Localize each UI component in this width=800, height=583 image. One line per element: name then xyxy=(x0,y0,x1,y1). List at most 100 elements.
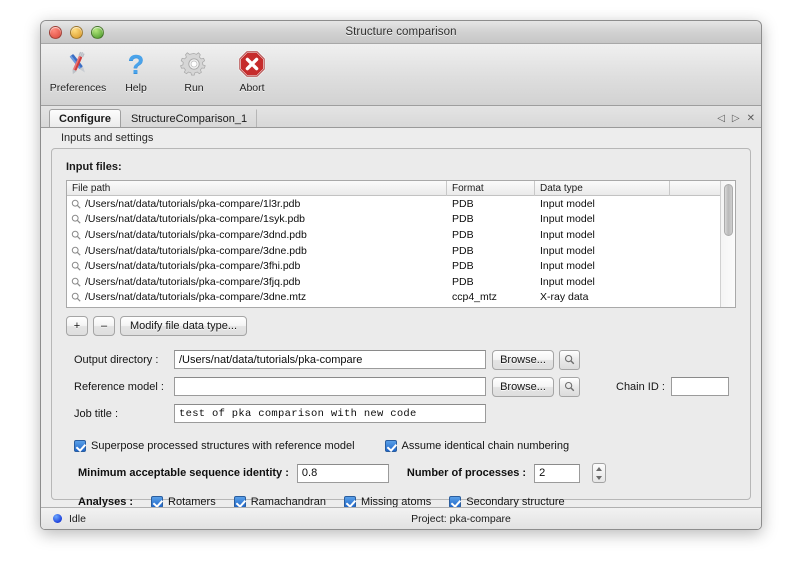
run-gear-icon xyxy=(179,48,209,80)
inputs-settings-panel: Input files: File path Format Data type xyxy=(51,148,751,508)
reference-model-browse-button[interactable]: Browse... xyxy=(492,376,554,397)
tab-configure[interactable]: Configure xyxy=(49,109,121,127)
job-title-label: Job title : xyxy=(74,407,119,420)
group-strip: Inputs and settings xyxy=(41,128,761,148)
magnifier-icon xyxy=(71,293,81,302)
cell-file-path: /Users/nat/data/tutorials/pka-compare/3d… xyxy=(67,291,447,303)
superpose-checkbox[interactable] xyxy=(74,440,86,452)
table-row[interactable]: /Users/nat/data/tutorials/pka-compare/1l… xyxy=(67,196,735,212)
cell-format: PDB xyxy=(452,213,474,226)
close-tab-x-icon[interactable]: ✕ xyxy=(747,114,755,124)
output-directory-row: Output directory : Browse... xyxy=(66,346,736,373)
file-action-buttons: + – Modify file data type... xyxy=(66,316,736,336)
maximize-button[interactable] xyxy=(91,25,104,39)
file-path-text: /Users/nat/data/tutorials/pka-compare/3d… xyxy=(85,291,307,304)
chain-id-label: Chain ID : xyxy=(616,380,665,393)
table-row[interactable]: /Users/nat/data/tutorials/pka-compare/3d… xyxy=(67,227,735,243)
toolbar-button-run[interactable]: Run xyxy=(165,48,223,94)
cell-file-path: /Users/nat/data/tutorials/pka-compare/1s… xyxy=(67,213,447,225)
screenshot-root: Structure comparison Preferences ? ? Hel… xyxy=(0,0,800,583)
output-directory-label: Output directory : xyxy=(74,353,159,366)
superpose-label: Superpose processed structures with refe… xyxy=(91,440,355,452)
chain-id-input[interactable] xyxy=(670,377,729,396)
toolbar-label-preferences: Preferences xyxy=(49,82,107,94)
add-file-button[interactable]: + xyxy=(66,316,88,336)
table-scrollbar[interactable] xyxy=(720,181,735,307)
min-seq-identity-input[interactable] xyxy=(296,463,389,483)
help-icon: ? ? xyxy=(121,48,151,80)
cell-format: PDB xyxy=(452,260,474,273)
num-processes-stepper[interactable] xyxy=(592,463,607,483)
cell-format: PDB xyxy=(452,275,474,288)
toolbar-label-help: Help xyxy=(125,82,147,94)
toolbar-button-abort[interactable]: Abort xyxy=(223,48,281,94)
magnifier-icon xyxy=(71,277,81,287)
application-window: Structure comparison Preferences ? ? Hel… xyxy=(40,20,762,530)
superpose-options-row: Superpose processed structures with refe… xyxy=(66,440,736,452)
window-title: Structure comparison xyxy=(345,26,457,38)
table-row[interactable]: /Users/nat/data/tutorials/pka-compare/3d… xyxy=(67,243,735,259)
column-header-data-type[interactable]: Data type xyxy=(535,181,670,196)
column-header-file-path[interactable]: File path xyxy=(67,181,447,196)
file-path-text: /Users/nat/data/tutorials/pka-compare/1l… xyxy=(85,197,301,210)
num-processes-input[interactable] xyxy=(534,463,581,483)
cell-file-path: /Users/nat/data/tutorials/pka-compare/1l… xyxy=(67,198,447,210)
magnifier-icon xyxy=(564,381,575,392)
tab-bar: Configure StructureComparison_1 ◁ ▷ ✕ xyxy=(41,106,761,128)
window-titlebar[interactable]: Structure comparison xyxy=(41,21,761,44)
column-header-format[interactable]: Format xyxy=(447,181,535,196)
min-seq-identity-label: Minimum acceptable sequence identity : xyxy=(78,467,289,479)
file-path-text: /Users/nat/data/tutorials/pka-compare/3f… xyxy=(85,275,301,288)
job-title-row: Job title : xyxy=(66,400,736,427)
toolbar-button-help[interactable]: ? ? Help xyxy=(107,48,165,94)
table-row[interactable]: /Users/nat/data/tutorials/pka-compare/1s… xyxy=(67,212,735,228)
close-button[interactable] xyxy=(49,25,62,39)
identical-chain-checkbox[interactable] xyxy=(384,440,397,452)
output-directory-magnifier-button[interactable] xyxy=(559,349,580,370)
job-title-input[interactable] xyxy=(174,404,486,423)
stepper-up-arrow-icon[interactable] xyxy=(596,466,603,471)
output-directory-browse-button[interactable]: Browse... xyxy=(492,349,554,370)
cell-format: PDB xyxy=(452,228,474,241)
table-row[interactable]: /Users/nat/data/tutorials/pka-compare/3d… xyxy=(67,290,735,306)
toolbar-button-preferences[interactable]: Preferences xyxy=(49,48,107,94)
cell-format: PDB xyxy=(452,244,474,257)
status-bar: Idle Project: pka-compare xyxy=(41,507,761,529)
table-scrollbar-thumb[interactable] xyxy=(724,184,733,236)
modify-file-data-type-button[interactable]: Modify file data type... xyxy=(120,316,247,336)
window-controls xyxy=(49,25,104,39)
input-files-table[interactable]: File path Format Data type /Users/nat/da… xyxy=(66,180,736,308)
toolbar-label-run: Run xyxy=(184,82,204,94)
file-path-text: /Users/nat/data/tutorials/pka-compare/3d… xyxy=(85,228,307,241)
preferences-icon xyxy=(63,48,93,80)
toolbar-label-abort: Abort xyxy=(239,82,265,94)
remove-file-button[interactable]: – xyxy=(93,316,115,336)
status-project-label: Project: pka-compare xyxy=(411,512,511,525)
cell-data-type: Input model xyxy=(540,228,595,241)
reference-model-magnifier-button[interactable] xyxy=(559,376,580,397)
reference-model-input[interactable] xyxy=(174,377,486,396)
stepper-down-arrow-icon[interactable] xyxy=(596,475,603,480)
output-directory-input[interactable] xyxy=(174,350,486,369)
magnifier-icon xyxy=(564,354,575,365)
prev-tab-arrow-icon[interactable]: ◁ xyxy=(717,114,725,124)
num-processes-label: Number of processes : xyxy=(406,467,527,479)
cell-file-path: /Users/nat/data/tutorials/pka-compare/3d… xyxy=(67,245,447,257)
table-row[interactable]: /Users/nat/data/tutorials/pka-compare/3f… xyxy=(67,258,735,274)
tab-structurecomparison-1[interactable]: StructureComparison_1 xyxy=(121,109,258,127)
cell-data-type: Input model xyxy=(540,260,595,273)
identical-chain-checkbox-row[interactable]: Assume identical chain numbering xyxy=(384,440,569,452)
numeric-options-row: Minimum acceptable sequence identity : N… xyxy=(66,463,736,483)
cell-data-type: Input model xyxy=(540,244,595,257)
magnifier-icon xyxy=(71,215,81,225)
cell-data-type: Input model xyxy=(540,275,595,288)
superpose-checkbox-row[interactable]: Superpose processed structures with refe… xyxy=(74,440,355,452)
minimize-button[interactable] xyxy=(70,25,83,39)
cell-data-type: Input model xyxy=(540,197,595,210)
next-tab-arrow-icon[interactable]: ▷ xyxy=(732,114,740,124)
table-row[interactable]: /Users/nat/data/tutorials/pka-compare/3f… xyxy=(67,274,735,290)
reference-model-label: Reference model : xyxy=(74,380,164,393)
main-toolbar: Preferences ? ? Help Run Abort xyxy=(41,44,761,106)
cell-file-path: /Users/nat/data/tutorials/pka-compare/3d… xyxy=(67,229,447,241)
group-strip-label: Inputs and settings xyxy=(61,132,154,144)
